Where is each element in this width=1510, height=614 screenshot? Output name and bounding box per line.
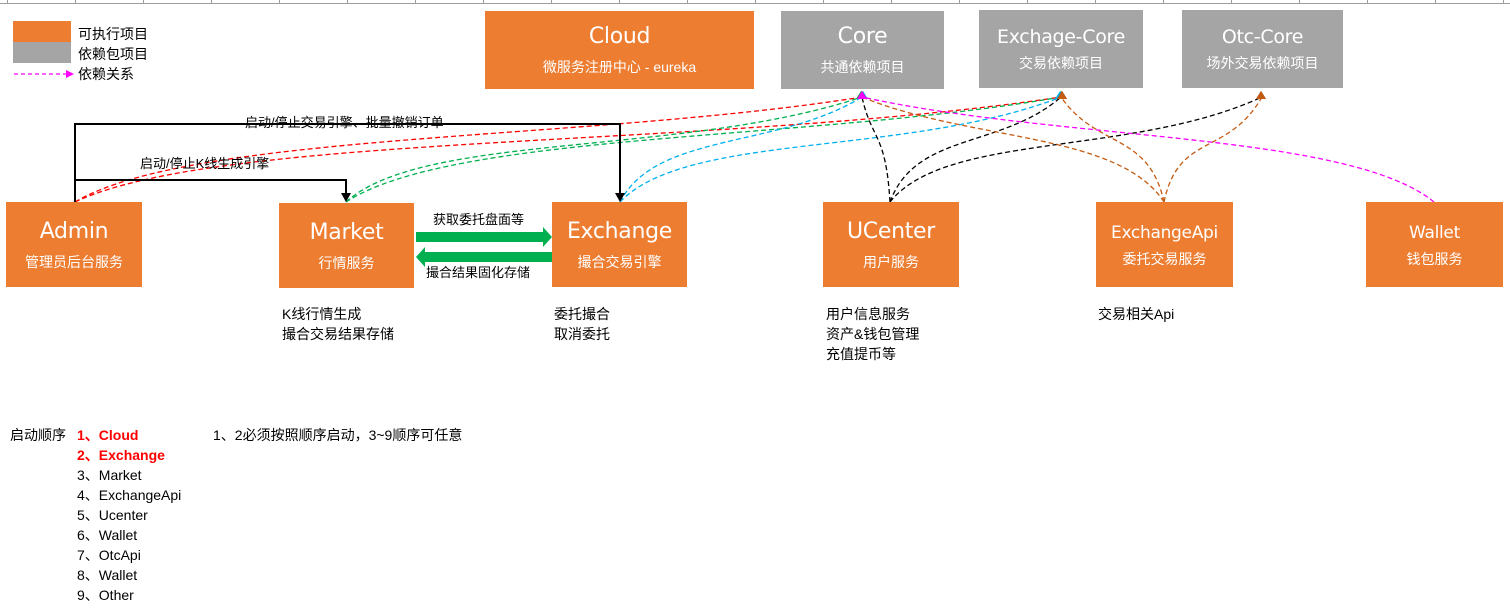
exchangeapi-box[interactable]: ExchangeApi 委托交易服务: [1096, 202, 1233, 287]
exchange-description-line: 委托撮合: [554, 306, 610, 322]
ucenter-description-line: 充值提币等: [826, 346, 896, 362]
exchange-description: 委托撮合 取消委托: [554, 304, 610, 344]
arrowhead-market: [341, 193, 351, 202]
startup-order-note: 1、2必须按照顺序启动，3~9顺序可任意: [213, 427, 463, 443]
dependency-line-admin-exchange-core: [74, 96, 1062, 203]
control-label-exchange: 启动/停止交易引擎、批量撤销订单: [245, 115, 444, 130]
startup-order-item: 9、Other: [77, 587, 134, 603]
dependency-line-admin-core: [74, 96, 863, 203]
market-description-line: 撮合交易结果存储: [282, 326, 394, 342]
connection-overlay: [14, 70, 1435, 267]
data-arrow-exchange-to-market: [416, 247, 552, 267]
dependency-line-exchangeapi-core: [861, 96, 1165, 203]
startup-order-heading: 启动顺序: [10, 427, 66, 443]
startup-order-item: 6、Wallet: [77, 527, 138, 543]
exchange-description-line: 取消委托: [554, 326, 610, 342]
ucenter-description-line: 用户信息服务: [826, 306, 910, 322]
dependency-line-ucenter-exchange-core: [889, 96, 1062, 203]
admin-box[interactable]: Admin 管理员后台服务: [6, 202, 142, 287]
ucenter-title: UCenter: [846, 218, 936, 244]
admin-subtitle: 管理员后台服务: [25, 253, 123, 270]
startup-order-item: 4、ExchangeApi: [77, 487, 182, 503]
exchangeapi-subtitle: 委托交易服务: [1122, 250, 1207, 267]
startup-order-list: 1、Cloud 2、Exchange 3、Market 4、ExchangeApi 5、…: [77, 425, 181, 605]
dependency-line-exchangeapi-otc-core: [1163, 96, 1263, 203]
control-link-admin-market: [74, 179, 347, 202]
exchangeapi-description-line: 交易相关Api: [1098, 306, 1175, 322]
dependency-line-wallet-core: [861, 96, 1435, 203]
data-arrow-market-to-exchange: [416, 227, 552, 247]
wallet-title: Wallet: [1409, 222, 1460, 243]
startup-order-item: 1、Cloud: [77, 427, 139, 443]
data-label-exchange-market: 撮合结果固化存储: [426, 265, 531, 280]
exchangeapi-title: ExchangeApi: [1111, 222, 1218, 243]
ucenter-box[interactable]: UCenter 用户服务: [823, 202, 959, 287]
startup-order-item: 5、Ucenter: [77, 507, 148, 523]
ucenter-description-line: 资产&钱包管理: [826, 326, 920, 342]
dependency-line-ucenter-core: [861, 96, 891, 203]
exchange-subtitle: 撮合交易引擎: [577, 253, 662, 270]
wallet-subtitle: 钱包服务: [1406, 250, 1463, 267]
ucenter-subtitle: 用户服务: [863, 253, 919, 270]
market-box[interactable]: Market 行情服务: [279, 203, 414, 288]
market-title: Market: [309, 219, 384, 245]
startup-order-item: 2、Exchange: [77, 447, 165, 463]
wallet-box[interactable]: Wallet 钱包服务: [1366, 202, 1503, 287]
exchange-box[interactable]: Exchange 撮合交易引擎: [552, 202, 687, 287]
exchangeapi-description: 交易相关Api: [1098, 304, 1174, 324]
ucenter-description: 用户信息服务 资产&钱包管理 充值提币等: [826, 304, 919, 364]
legend-relation-arrowhead: [66, 70, 74, 78]
dependency-arrowhead: [1256, 91, 1266, 99]
data-label-market-exchange: 获取委托盘面等: [433, 212, 525, 227]
market-subtitle: 行情服务: [318, 254, 375, 271]
dependency-line-exchange-exchange-core: [619, 96, 1062, 203]
startup-order-item: 7、OtcApi: [77, 547, 141, 563]
arrowhead-exchange: [615, 193, 625, 202]
exchange-title: Exchange: [566, 218, 673, 244]
market-description: K线行情生成 撮合交易结果存储: [282, 304, 394, 344]
startup-order-item: 3、Market: [77, 467, 142, 483]
dependency-line-market-core: [345, 96, 863, 203]
admin-title: Admin: [39, 218, 109, 244]
startup-order-item: 8、Wallet: [77, 567, 138, 583]
market-description-line: K线行情生成: [282, 306, 362, 322]
control-label-market: 启动/停止K线生成引擎: [140, 156, 270, 171]
